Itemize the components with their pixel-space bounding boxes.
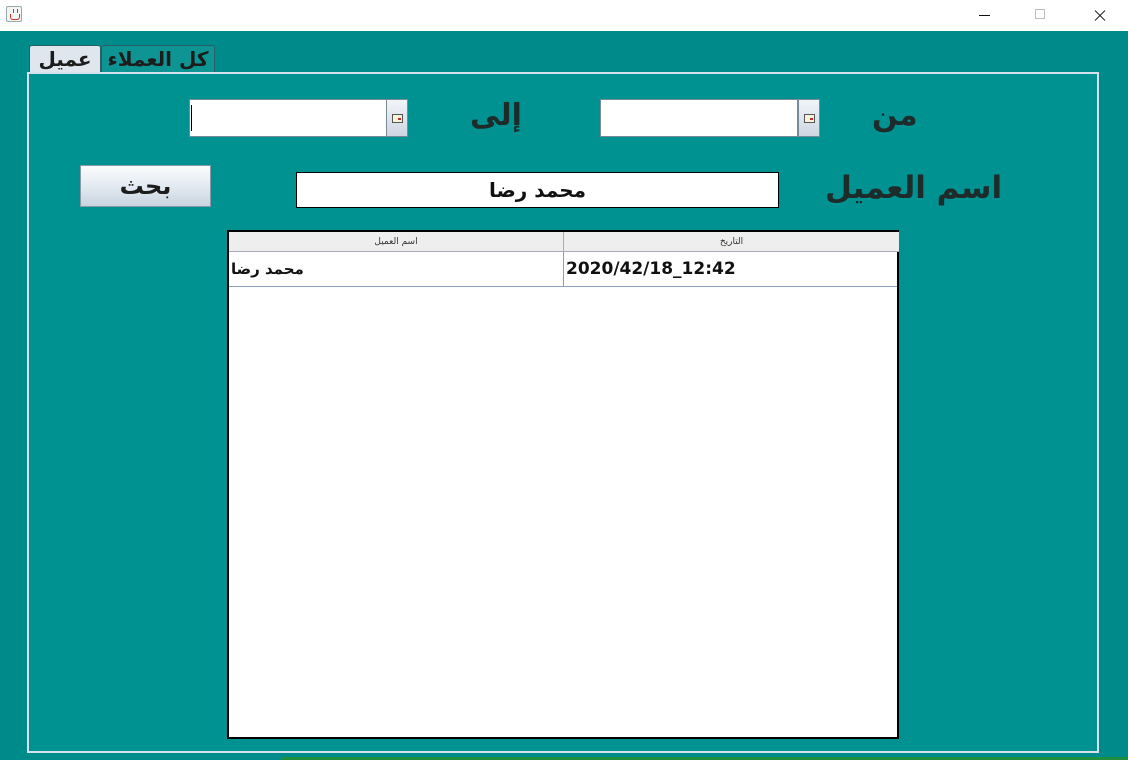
to-date-picker-button[interactable] — [386, 99, 408, 137]
search-button[interactable]: بحث — [80, 165, 211, 207]
minimize-icon[interactable] — [962, 0, 1008, 31]
table-row[interactable]: محمد رضا 2020/42/18_12:42 — [229, 252, 897, 287]
maximize-icon[interactable] — [1018, 0, 1064, 31]
from-date-field[interactable] — [600, 99, 798, 137]
from-date-picker-button[interactable] — [798, 99, 820, 137]
tab-all-customers[interactable]: كل العملاء — [101, 45, 215, 73]
to-date-field[interactable] — [189, 99, 387, 137]
column-header-customer[interactable]: اسم العميل — [229, 232, 564, 252]
cell-date: 2020/42/18_12:42 — [566, 259, 736, 279]
close-icon[interactable] — [1076, 0, 1122, 31]
from-label: من — [872, 98, 918, 133]
calendar-icon — [804, 114, 815, 123]
to-label: إلى — [470, 98, 522, 133]
column-header-date[interactable]: التاريخ — [564, 232, 899, 252]
tab-customer[interactable]: عميل — [29, 45, 101, 74]
calendar-icon — [392, 114, 403, 123]
title-bar — [0, 0, 1128, 31]
java-app-icon — [6, 6, 22, 22]
customer-name-input[interactable] — [296, 172, 779, 208]
customer-name-label: اسم العميل — [825, 170, 1003, 206]
cell-customer: محمد رضا — [229, 252, 564, 286]
results-table: اسم العميل التاريخ محمد رضا 2020/42/18_1… — [227, 230, 899, 739]
